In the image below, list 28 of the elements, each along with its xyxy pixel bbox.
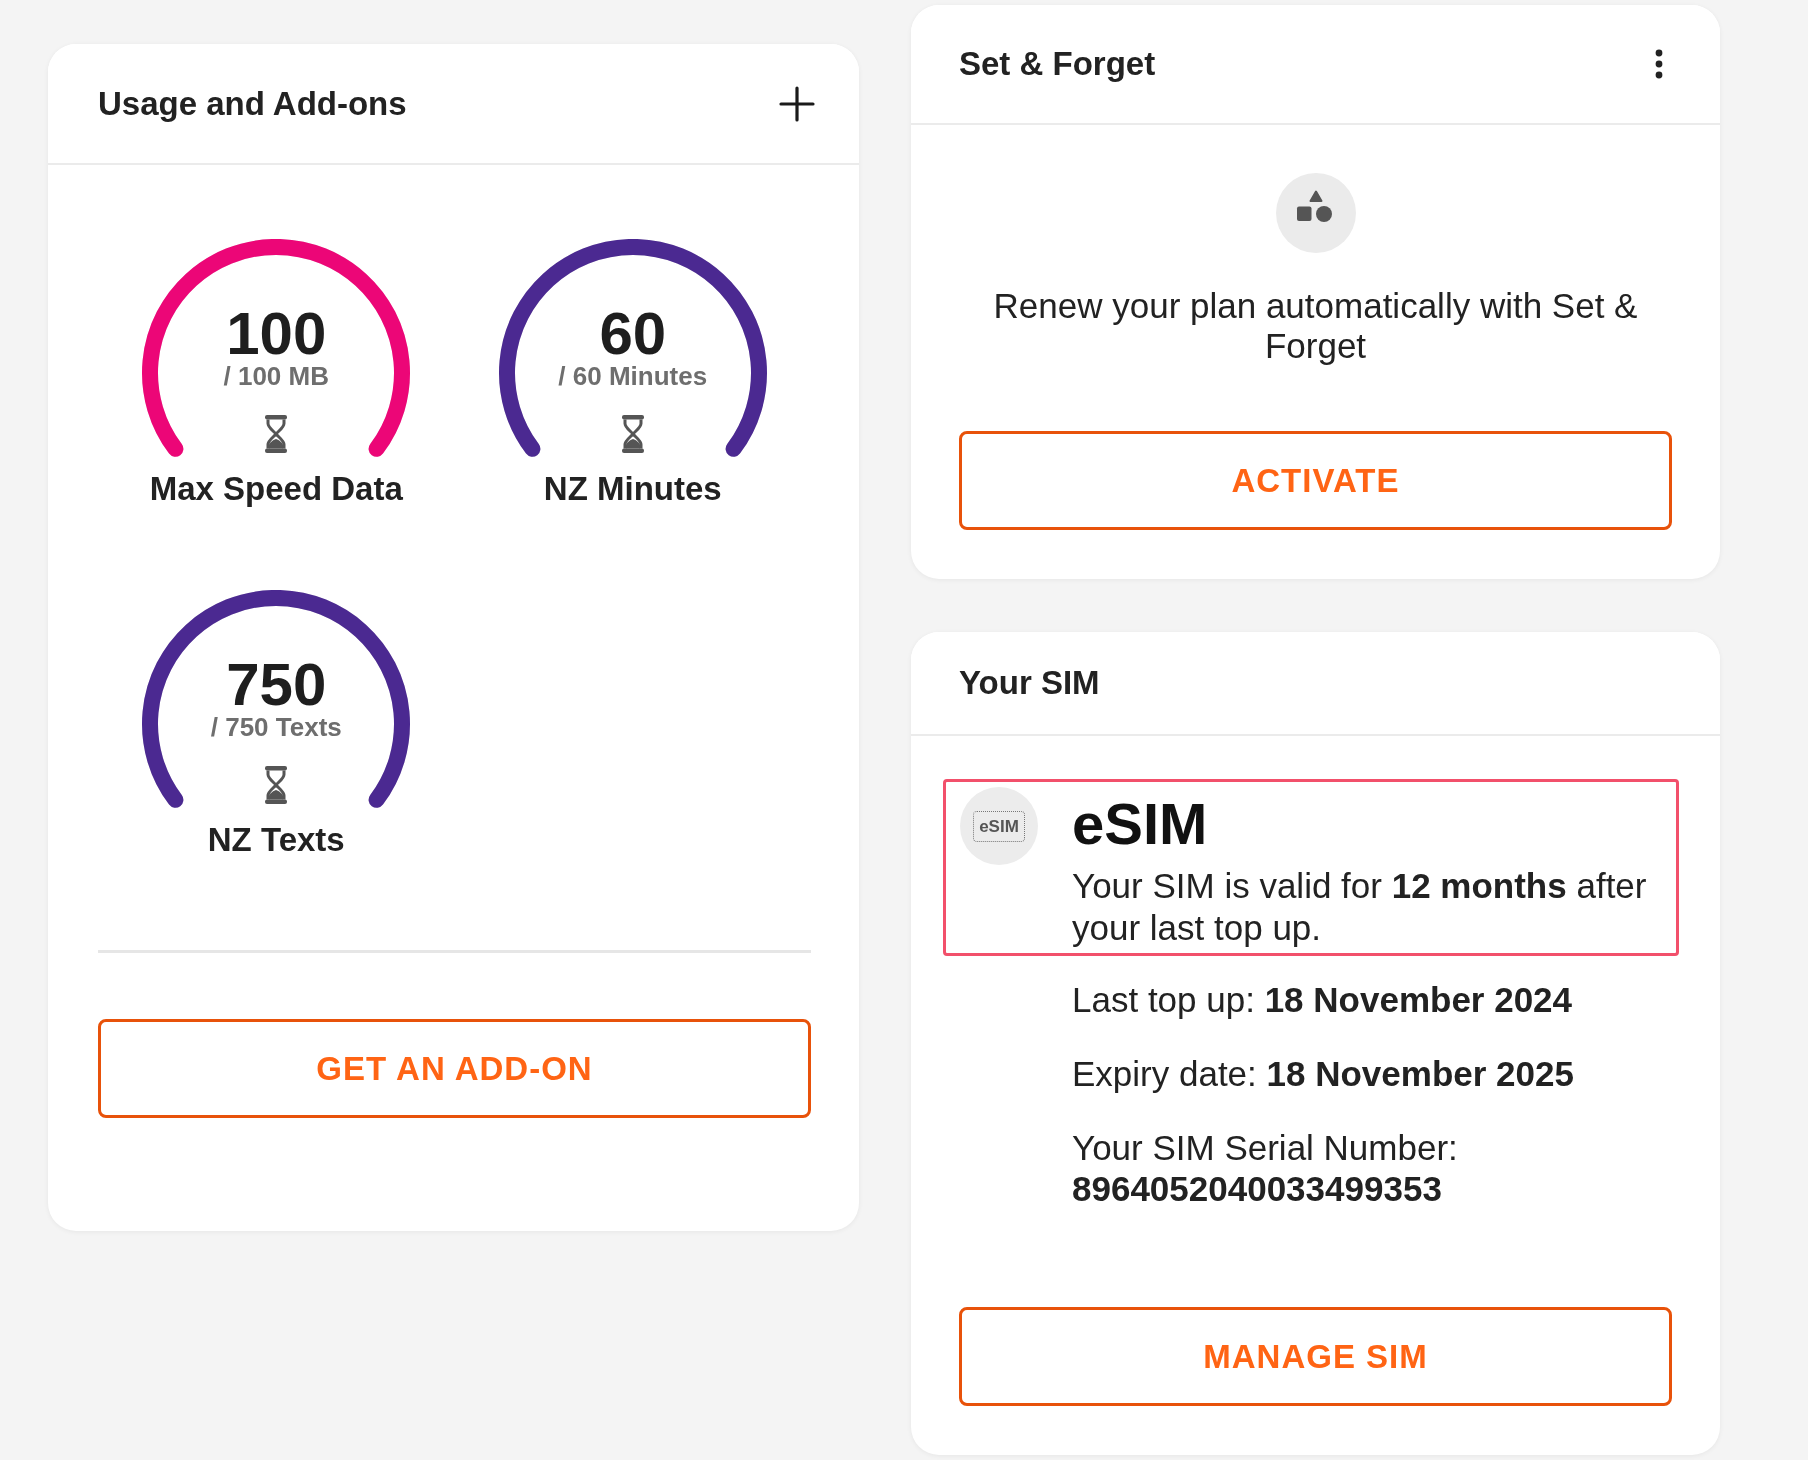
- gauge-label: Max Speed Data: [149, 471, 403, 507]
- activate-button[interactable]: ACTIVATE: [959, 431, 1672, 530]
- add-icon[interactable]: [779, 85, 815, 122]
- allowance-text: / 60 Minutes: [558, 362, 708, 390]
- gauge-label: NZ Texts: [207, 822, 345, 858]
- remaining-amount: 750: [226, 656, 327, 714]
- manage-sim-button[interactable]: MANAGE SIM: [959, 1307, 1672, 1406]
- card-title: Usage and Add-ons: [98, 83, 407, 124]
- sim-detail: Expiry date: 18 November 2025: [1072, 1053, 1575, 1094]
- allowance-text: / 100 MB: [223, 362, 329, 390]
- remaining-amount: 60: [599, 305, 667, 363]
- hourglass-icon: [264, 414, 289, 454]
- get-add-on-button[interactable]: GET AN ADD-ON: [98, 1019, 811, 1118]
- allowance-text: / 750 Texts: [210, 713, 342, 741]
- card-title: Your SIM: [959, 663, 1100, 703]
- set-and-forget-message: Renew your plan automatically with Set & Forget: [992, 286, 1639, 366]
- shapes-icon: [1275, 173, 1356, 253]
- hourglass-icon: [620, 414, 645, 454]
- sim-validity-text: Your SIM is valid for 12 months after your last top up.: [1072, 865, 1648, 949]
- gauge-label: NZ Minutes: [543, 471, 722, 507]
- sim-detail: Your SIM Serial Number: 8964052040033499353: [1072, 1127, 1459, 1209]
- sim-type: eSIM: [1072, 794, 1209, 854]
- remaining-amount: 100: [226, 305, 327, 363]
- more-options-icon[interactable]: [1655, 49, 1663, 79]
- card-title: Set & Forget: [959, 44, 1156, 84]
- sim-detail: Last top up: 18 November 2024: [1072, 979, 1574, 1020]
- esim-icon: eSIM: [960, 787, 1038, 865]
- hourglass-icon: [264, 765, 289, 805]
